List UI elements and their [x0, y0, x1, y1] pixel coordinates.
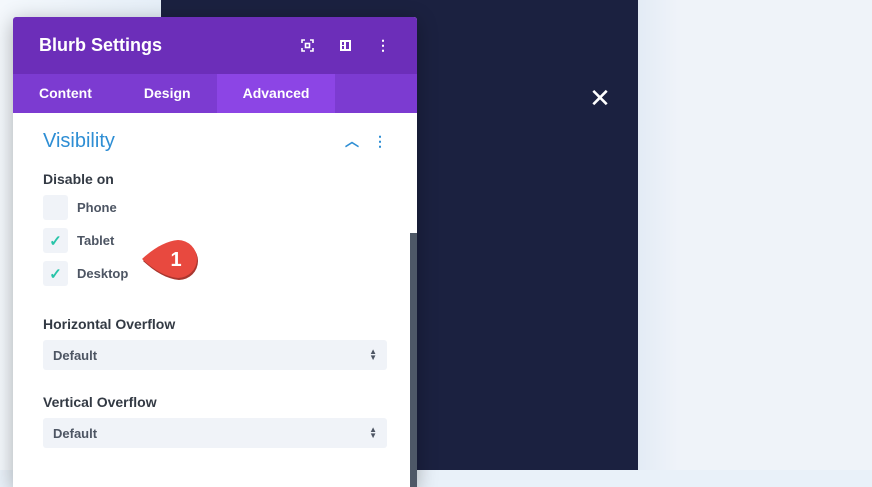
check-icon: ✓	[49, 265, 62, 283]
settings-panel: Blurb Settings ⋮ Content Design Advanced…	[13, 17, 417, 487]
panel-title: Blurb Settings	[39, 35, 163, 55]
select-value: Default	[53, 425, 98, 441]
field-label: Horizontal Overflow	[43, 316, 176, 332]
tablet-checkbox[interactable]: ✓	[43, 228, 68, 253]
section-options-icon[interactable]: ⋮	[373, 133, 387, 150]
tab-advanced[interactable]: Advanced	[216, 74, 335, 113]
desktop-checkbox[interactable]: ✓	[43, 261, 68, 286]
check-icon: ✓	[49, 232, 62, 250]
checkbox-desktop[interactable]: ✓ Desktop	[43, 257, 387, 290]
disable-on-label: Disable on	[43, 171, 114, 187]
checkbox-label: Desktop	[77, 266, 129, 281]
section-title: Visibility	[43, 129, 115, 152]
select-arrows-icon: ▲ ▼	[369, 347, 377, 362]
fullscreen-icon[interactable]	[299, 38, 315, 54]
page-background-right	[638, 0, 872, 470]
section-header[interactable]: Visibility ︿ ⋮	[43, 113, 387, 169]
split-view-icon[interactable]	[337, 38, 353, 54]
field-label: Vertical Overflow	[43, 394, 157, 410]
scrollbar[interactable]	[410, 233, 417, 487]
panel-header: Blurb Settings ⋮	[13, 17, 417, 74]
select-value: Default	[53, 347, 98, 363]
checkbox-tablet[interactable]: ✓ Tablet	[43, 224, 387, 257]
tab-content[interactable]: Content	[13, 74, 118, 113]
checkbox-phone[interactable]: Phone	[43, 191, 387, 224]
more-options-icon[interactable]: ⋮	[375, 37, 391, 54]
vertical-overflow-select[interactable]: Default ▲ ▼	[43, 418, 387, 448]
horizontal-overflow-select[interactable]: Default ▲ ▼	[43, 340, 387, 370]
phone-checkbox[interactable]	[43, 195, 68, 220]
tab-design[interactable]: Design	[118, 74, 217, 113]
checkbox-label: Phone	[77, 200, 117, 215]
annotation-number: 1	[170, 249, 181, 271]
annotation-badge: 1	[140, 238, 202, 280]
select-arrows-icon: ▲ ▼	[369, 425, 377, 440]
tab-bar: Content Design Advanced	[13, 74, 417, 113]
close-icon[interactable]: ✕	[589, 85, 611, 111]
checkbox-label: Tablet	[77, 233, 115, 248]
visibility-section: Visibility ︿ ⋮ Disable on Phone ✓ Tablet…	[13, 113, 417, 448]
chevron-up-icon[interactable]: ︿	[345, 131, 359, 151]
